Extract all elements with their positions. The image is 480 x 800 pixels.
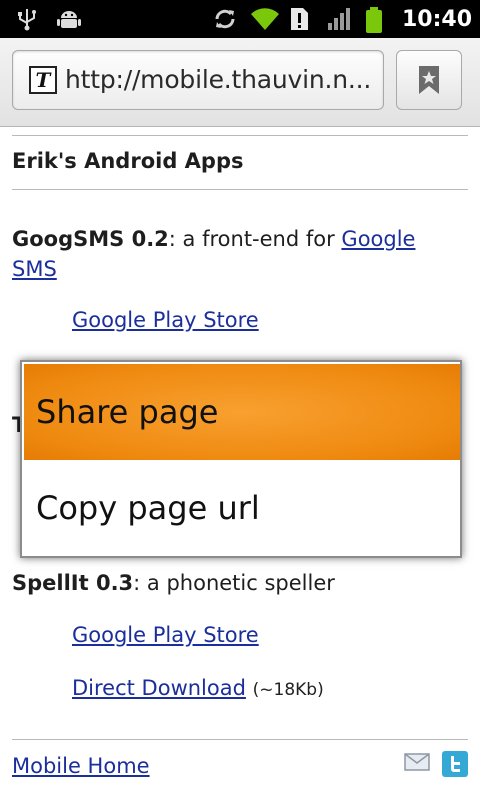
page-heading: Erik's Android Apps: [12, 149, 244, 173]
battery-icon: [364, 6, 390, 33]
wifi-icon: [250, 6, 279, 32]
app-entry-googsms: GoogSMS 0.2: a front-end for Google: [12, 227, 415, 251]
site-favicon-icon: T: [29, 66, 57, 94]
email-icon[interactable]: [404, 751, 430, 781]
sms-link[interactable]: SMS: [12, 257, 57, 281]
google-play-store-link[interactable]: Google Play Store: [72, 308, 259, 332]
url-field[interactable]: T http://mobile.thauvin.n...: [12, 50, 384, 110]
divider: [12, 135, 468, 136]
divider: [12, 739, 468, 740]
app-name: GoogSMS 0.2: [12, 227, 169, 251]
usb-icon: [14, 6, 40, 32]
app-name: SpellIt 0.3: [12, 571, 134, 595]
bookmark-star-icon: [419, 66, 439, 94]
app-description: : a front-end for: [168, 227, 342, 251]
google-play-store-link[interactable]: Google Play Store: [72, 623, 259, 647]
status-bar: 10:40: [0, 0, 480, 38]
signal-icon: [326, 6, 352, 32]
android-debug-icon: [56, 6, 82, 32]
browser-toolbar: T http://mobile.thauvin.n...: [0, 38, 480, 127]
context-menu: Share page Copy page url: [20, 360, 462, 558]
app-entry-spellit: SpellIt 0.3: a phonetic speller: [12, 571, 335, 595]
google-link[interactable]: Google: [341, 227, 415, 251]
sync-icon: [212, 6, 238, 32]
direct-download-link[interactable]: Direct Download: [72, 676, 246, 700]
app-description: : a phonetic speller: [133, 571, 335, 595]
divider: [12, 189, 468, 190]
alert-icon: [288, 6, 314, 32]
menu-item-share-page[interactable]: Share page: [24, 364, 460, 460]
file-size: (~18Kb): [252, 680, 324, 700]
mobile-home-link[interactable]: Mobile Home: [12, 754, 150, 778]
clock: 10:40: [401, 6, 472, 32]
twitter-icon[interactable]: [442, 751, 468, 781]
menu-item-copy-page-url[interactable]: Copy page url: [24, 460, 460, 556]
bookmarks-button[interactable]: [396, 50, 462, 110]
url-text: http://mobile.thauvin.n...: [65, 65, 372, 94]
